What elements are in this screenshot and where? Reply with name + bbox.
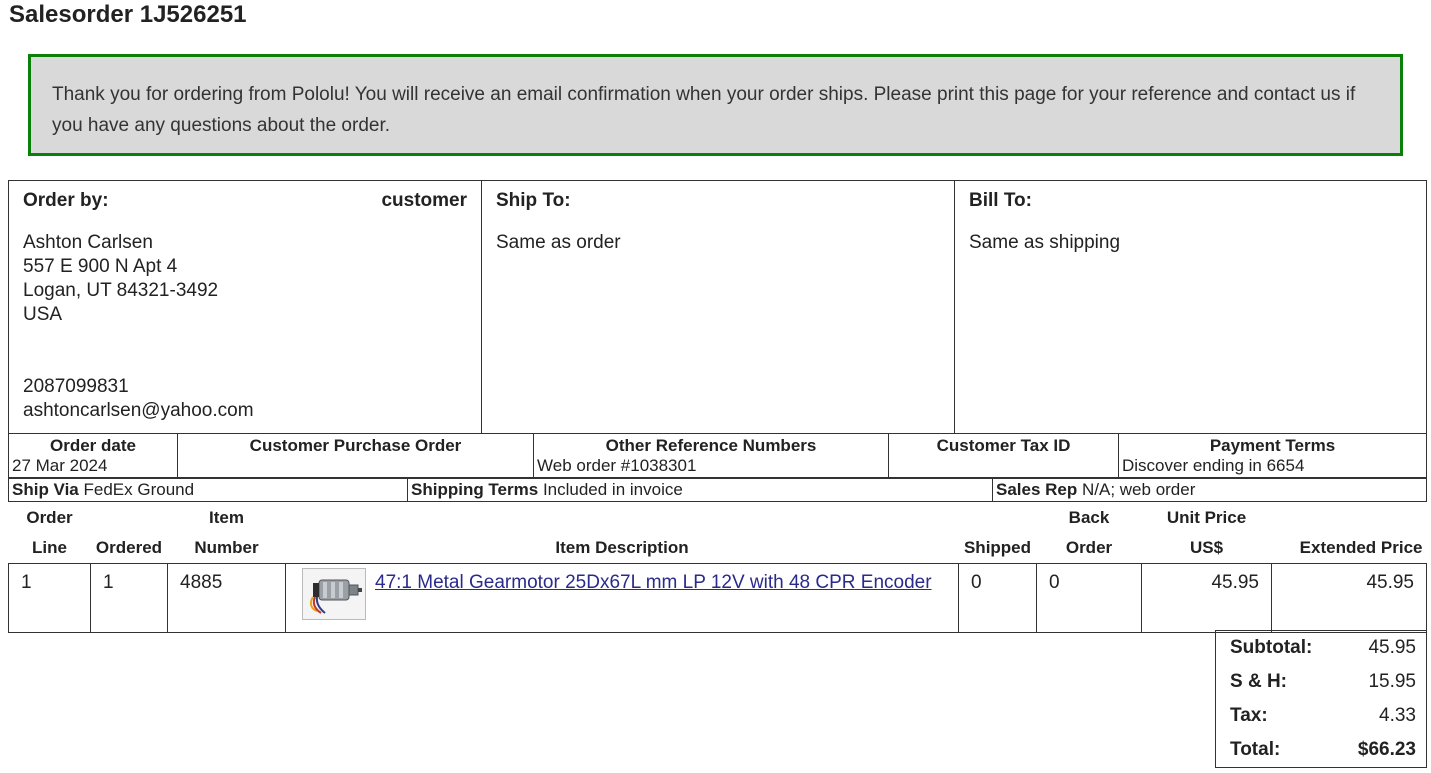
customer-phone: 2087099831 [23,376,129,397]
subtotal-row: Subtotal: 45.95 [1216,631,1427,666]
shipping-terms-value: Included in invoice [542,480,683,499]
cell-ordered: 1 [90,563,168,633]
sales-rep-label: Sales Rep [996,480,1078,499]
payment-terms-value: Discover ending in 6654 [1122,456,1305,475]
cell-extended-price: 45.95 [1271,563,1427,633]
page-title: Salesorder 1J526251 [9,1,247,28]
ship-via-label: Ship Via [12,480,79,499]
tax-value: 4.33 [1379,705,1416,726]
cell-shipped: 0 [958,563,1037,633]
order-by-role: customer [381,190,467,211]
order-by-heading: Order by: [23,190,109,211]
subtotal-value: 45.95 [1368,637,1416,658]
shipping-terms-cell: Shipping Terms Included in invoice [407,478,993,502]
ship-to-value: Same as order [496,232,621,253]
reference-numbers-label: Other Reference Numbers [605,436,817,455]
bill-to-heading: Bill To: [969,190,1032,211]
payment-terms-cell: Payment Terms Discover ending in 6654 [1118,433,1427,478]
col-header-ordered: Ordered [95,538,163,557]
order-confirmation-notice: Thank you for ordering from Pololu! You … [28,54,1403,156]
customer-address-line2: Logan, UT 84321-3492 [23,280,219,301]
cell-description: 47:1 Metal Gearmotor 25Dx67L mm LP 12V w… [285,563,959,633]
customer-po-cell: Customer Purchase Order [177,433,534,478]
product-link[interactable]: 47:1 Metal Gearmotor 25Dx67L mm LP 12V w… [375,568,932,598]
total-row: Total: $66.23 [1216,733,1427,768]
ship-to-heading: Ship To: [496,190,571,211]
shipping-meta-table: Ship Via FedEx Ground Shipping Terms Inc… [8,478,1427,502]
sales-rep-cell: Sales Rep N/A; web order [992,478,1427,502]
tax-label: Tax: [1230,705,1268,726]
items-header-row: Order Line Ordered Item Number Item Desc… [9,503,1427,564]
ship-via-cell: Ship Via FedEx Ground [8,478,408,502]
sales-rep-value: N/A; web order [1082,480,1196,499]
order-date-value: 27 Mar 2024 [12,456,108,475]
col-header-shipped: Shipped [963,538,1032,557]
reference-numbers-cell: Other Reference Numbers Web order #10383… [533,433,889,478]
col-header-back-order: Back Order [1065,508,1113,557]
payment-terms-label: Payment Terms [1209,436,1336,455]
totals-table: Subtotal: 45.95 S & H: 15.95 Tax: 4.33 T… [1215,630,1427,768]
col-header-item-number: Item Number [194,508,259,557]
subtotal-label: Subtotal: [1230,637,1313,658]
notice-text: Thank you for ordering from Pololu! You … [52,84,1356,136]
bill-to-cell: Bill To: Same as shipping [954,180,1427,434]
shipping-handling-row: S & H: 15.95 [1216,665,1427,699]
order-by-cell: Order by: customer Ashton Carlsen 557 E … [8,180,482,434]
shipping-terms-label: Shipping Terms [411,480,539,499]
gearmotor-thumbnail-icon[interactable] [302,568,366,620]
col-header-description: Item Description [555,538,689,557]
col-header-extended-price: Extended Price [1299,538,1423,557]
col-header-order-line: Order Line [26,508,73,557]
customer-po-label: Customer Purchase Order [249,436,462,455]
customer-tax-id-cell: Customer Tax ID [888,433,1119,478]
col-header-unit-price: Unit Price US$ [1166,508,1247,557]
table-row: 1 1 4885 47:1 Metal Gearmotor 25Dx67L mm… [8,563,1427,633]
customer-tax-id-label: Customer Tax ID [936,436,1071,455]
order-items-table: Order Line Ordered Item Number Item Desc… [8,503,1427,633]
cell-unit-price: 45.95 [1141,563,1272,633]
shipping-handling-label: S & H: [1230,671,1287,692]
ship-via-value: FedEx Ground [83,480,195,499]
customer-country: USA [23,304,63,325]
customer-address-line1: 557 E 900 N Apt 4 [23,256,178,277]
cell-item-number: 4885 [167,563,286,633]
order-meta-table: Order date 27 Mar 2024 Customer Purchase… [8,433,1427,478]
cell-line: 1 [8,563,91,633]
customer-email: ashtoncarlsen@yahoo.com [23,400,254,421]
total-label: Total: [1230,739,1281,760]
reference-numbers-value: Web order #1038301 [537,456,697,475]
address-table: Order by: customer Ashton Carlsen 557 E … [8,180,1427,434]
total-value: $66.23 [1357,739,1416,760]
customer-name: Ashton Carlsen [23,232,153,253]
ship-to-cell: Ship To: Same as order [481,180,955,434]
tax-row: Tax: 4.33 [1216,699,1427,733]
shipping-handling-value: 15.95 [1368,671,1416,692]
bill-to-value: Same as shipping [969,232,1121,253]
order-date-cell: Order date 27 Mar 2024 [8,433,178,478]
order-date-label: Order date [50,436,136,455]
cell-back-order: 0 [1036,563,1142,633]
